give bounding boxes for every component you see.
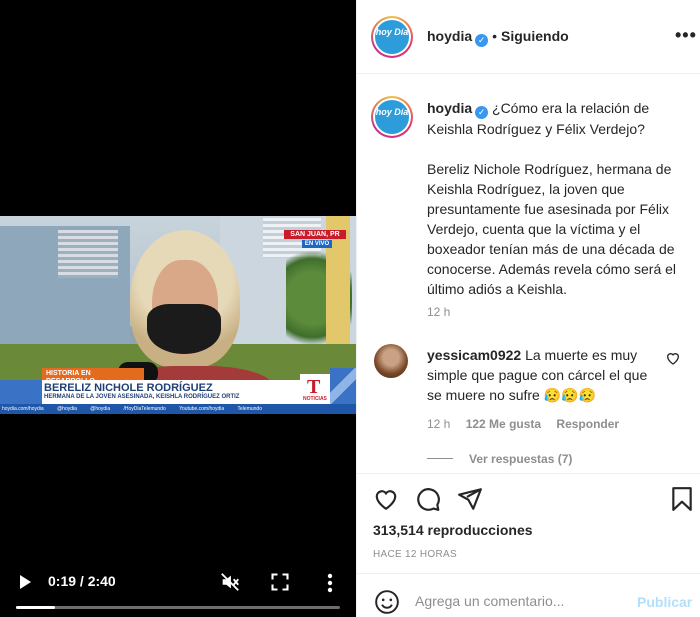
following-button[interactable]: Siguiendo — [501, 28, 569, 44]
replies-divider — [427, 458, 453, 459]
comment-text: yessicam0922 La muerte es muy simple que… — [427, 345, 663, 405]
view-count[interactable]: 313,514 reproducciones — [373, 522, 533, 538]
save-icon[interactable] — [669, 486, 695, 512]
location-badge: SAN JUAN, PR — [284, 230, 346, 239]
video-person-mask — [147, 304, 221, 354]
emoji-icon[interactable] — [374, 589, 400, 615]
video-controls: 0:19 / 2:40 — [0, 568, 356, 598]
author-username[interactable]: hoydia — [427, 28, 472, 44]
like-icon[interactable] — [373, 486, 399, 512]
instagram-post-modal: SAN JUAN, PR EN VIVO HISTORIA EN DESARRO… — [0, 0, 700, 617]
social-handle: hoydia.com/hoydia — [2, 406, 44, 412]
comment-like-icon[interactable] — [665, 350, 681, 366]
post-header: hoy Día hoydia ✓ • Siguiendo ••• — [357, 0, 700, 74]
social-handle: /HoyDiaTelemundo — [123, 406, 166, 412]
commenter-username[interactable]: yessicam0922 — [427, 347, 521, 363]
share-icon[interactable] — [457, 486, 483, 512]
comment-icon[interactable] — [415, 486, 441, 512]
reply-button[interactable]: Responder — [556, 417, 619, 431]
play-icon[interactable] — [20, 575, 31, 589]
verified-icon: ✓ — [475, 106, 489, 119]
comment-meta: 12 h 122 Me gusta Responder — [427, 417, 631, 431]
lower-third-subtitle: HERMANA DE LA JOVEN ASESINADA, KEISHLA R… — [44, 394, 240, 400]
more-options-icon[interactable]: ••• — [675, 26, 697, 44]
social-handle: Telemundo — [237, 406, 262, 412]
verified-icon: ✓ — [475, 34, 489, 47]
comment-age: 12 h — [427, 417, 451, 431]
comment-composer: Publicar — [357, 573, 700, 617]
more-vertical-icon[interactable] — [322, 572, 338, 594]
caption-body: Bereliz Nichole Rodríguez, hermana de Ke… — [427, 161, 677, 297]
caption-username[interactable]: hoydia — [427, 100, 472, 116]
view-replies-button[interactable]: Ver respuestas (7) — [427, 452, 572, 466]
author-avatar[interactable]: hoy Día — [371, 16, 413, 58]
mute-icon[interactable] — [219, 571, 241, 593]
lower-third-name: BERELIZ NICHOLE RODRÍGUEZ — [44, 382, 213, 394]
live-badge: EN VIVO — [302, 240, 332, 248]
caption-avatar[interactable]: hoy Día — [371, 96, 413, 138]
video-frame[interactable]: SAN JUAN, PR EN VIVO HISTORIA EN DESARRO… — [0, 216, 356, 414]
publish-button[interactable]: Publicar — [637, 594, 692, 610]
video-progress-fill — [16, 606, 55, 609]
avatar-logo: hoy Día — [375, 100, 409, 134]
social-ticker: hoydia.com/hoydia @hoydia @hoydia /HoyDi… — [0, 404, 356, 414]
video-player[interactable]: SAN JUAN, PR EN VIVO HISTORIA EN DESARRO… — [0, 0, 356, 617]
video-progress-track[interactable] — [16, 606, 340, 609]
comment-likes[interactable]: 122 Me gusta — [466, 417, 541, 431]
header-user-line: hoydia ✓ • Siguiendo — [427, 28, 569, 47]
avatar-logo: hoy Día — [375, 20, 409, 54]
social-handle: @hoydia — [90, 406, 111, 412]
video-time: 0:19 / 2:40 — [48, 573, 116, 589]
video-scene-window-left — [58, 230, 118, 278]
post-sidebar: hoy Día hoydia ✓ • Siguiendo ••• hoy Día ho… — [356, 0, 700, 617]
separator-dot: • — [492, 28, 498, 44]
view-replies-label: Ver respuestas (7) — [469, 452, 573, 466]
comment-input[interactable] — [415, 593, 625, 609]
lower-third-decoration — [330, 368, 356, 404]
telemundo-logo: T NOTICIAS — [300, 374, 330, 404]
social-handle: @hoydia — [57, 406, 77, 412]
post-caption: hoydia ✓ ¿Cómo era la relación de Keishla… — [427, 98, 691, 319]
commenter-avatar[interactable] — [374, 344, 408, 378]
fullscreen-icon[interactable] — [270, 572, 290, 592]
post-timestamp: HACE 12 HORAS — [373, 549, 457, 560]
telemundo-logo-text: NOTICIAS — [303, 396, 327, 402]
breaking-tag: HISTORIA EN DESARROLLO — [42, 368, 144, 385]
social-handle: Youtube.com/hoydia — [179, 406, 225, 412]
post-actions — [357, 473, 700, 521]
caption-age: 12 h — [427, 305, 451, 319]
